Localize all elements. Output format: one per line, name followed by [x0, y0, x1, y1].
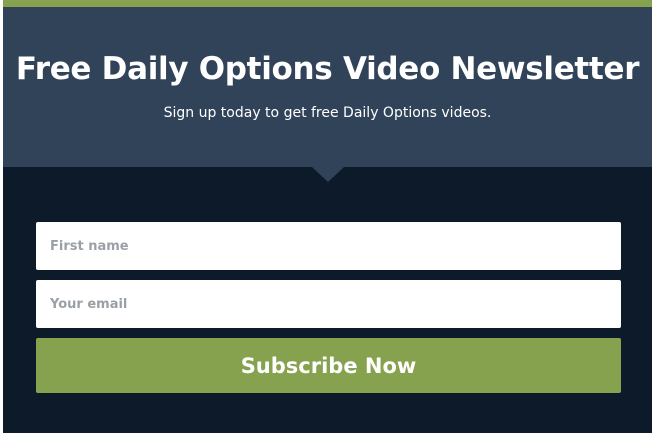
newsletter-header: Free Daily Options Video Newsletter Sign…	[3, 7, 652, 167]
email-input[interactable]	[36, 280, 621, 328]
accent-top-border	[3, 0, 652, 7]
newsletter-title: Free Daily Options Video Newsletter	[15, 51, 640, 87]
newsletter-widget: Free Daily Options Video Newsletter Sign…	[3, 0, 652, 433]
subscribe-button[interactable]: Subscribe Now	[36, 338, 621, 393]
first-name-input[interactable]	[36, 222, 621, 270]
header-pointer-notch	[312, 167, 344, 182]
newsletter-subtitle: Sign up today to get free Daily Options …	[163, 105, 492, 121]
